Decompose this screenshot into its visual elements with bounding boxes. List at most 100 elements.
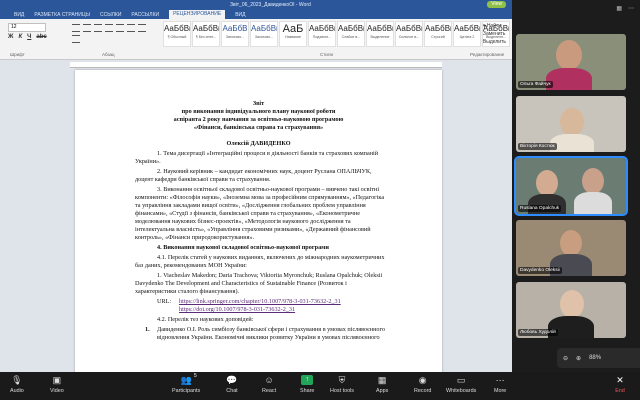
tab-view-left[interactable]: ВИД [14, 12, 24, 18]
participant-name: Любовь Худолій [518, 329, 558, 336]
style-name: Цитата 2 [459, 35, 475, 39]
layout-icon[interactable]: ▦ [616, 5, 622, 12]
align-center-icon[interactable] [83, 24, 91, 32]
find-button[interactable]: ▾ Найти [483, 22, 506, 30]
style-sample: АаБбВвГг [367, 24, 393, 33]
replace-button[interactable]: Заменить [483, 30, 506, 38]
smiley-icon: ☺ [264, 375, 274, 385]
bullets-icon[interactable] [116, 24, 124, 32]
style-no-spacing[interactable]: АаБбВвГг ¶ Без инте... [192, 21, 220, 47]
tab-view[interactable]: ВИД [235, 12, 245, 18]
doc-line: моделювання наукових бізнес-проектів», «… [135, 218, 351, 225]
doc-url-link[interactable]: https://link.springer.com/chapter/10.100… [179, 298, 341, 306]
zoom-in-icon[interactable]: ⊕ [576, 355, 581, 362]
participant-face [560, 230, 582, 256]
doc-line: компоненти: «Філософія науки», «Іноземна… [135, 194, 385, 201]
font-size-box[interactable]: 12 [8, 23, 46, 32]
style-emphasis[interactable]: АаБбВвГг Выделение [366, 21, 394, 47]
strike-button[interactable]: abc [36, 34, 46, 40]
shared-screen: Звіт_06_2023_ДавиденкоОІ - Word View ВИД… [0, 0, 512, 372]
end-label: End [615, 388, 625, 394]
participant-tile[interactable]: Ольга Файчук [516, 34, 626, 90]
participant-tile[interactable]: Davydenko Oleksii [516, 220, 626, 276]
paragraph-buttons [72, 24, 152, 43]
style-name: Строгий [431, 35, 445, 39]
react-label: React [262, 388, 277, 394]
participant-tile-active-speaker[interactable]: Ruslana Opalchuk [514, 156, 628, 216]
zoom-level[interactable]: 88% [589, 355, 601, 361]
participant-face [582, 168, 604, 194]
whiteboards-label: Whiteboards [446, 388, 477, 394]
style-strong[interactable]: АаБбВвГг Строгий [424, 21, 452, 47]
select-button[interactable]: Выделить [483, 38, 506, 46]
more-options-icon[interactable]: ⋯ [628, 5, 634, 12]
group-label-font: Шрифт [10, 52, 25, 57]
style-sample: АаБбВвГг [164, 24, 190, 33]
sort-icon[interactable] [72, 35, 80, 43]
style-subtle-emphasis[interactable]: АаБбВвГг Слабое в... [337, 21, 365, 47]
style-quote-2[interactable]: АаБбВвГг Цитата 2 [453, 21, 481, 47]
align-right-icon[interactable] [94, 24, 102, 32]
participants-count: 5 [194, 373, 197, 379]
style-normal[interactable]: АаБбВвГг ¶ Обычный [163, 21, 191, 47]
doc-line: 1. Тема дисертації «Інтеграційні процеси… [157, 150, 379, 157]
italic-button[interactable]: К [18, 34, 22, 40]
word-titlebar: Звіт_06_2023_ДавиденкоОІ - Word View [0, 0, 512, 10]
video-button[interactable]: ▣ Video [50, 375, 64, 394]
doc-author: Олексій ДАВИДЕНКО [226, 140, 291, 147]
doc-line: 4.2. Перелік тез наукових доповідей: [157, 316, 254, 323]
styles-gallery: АаБбВвГг¶ Обычный АаБбВвГг¶ Без инте... … [163, 21, 510, 47]
style-sample: АаБбВвГг [193, 24, 219, 33]
doc-line: 2. Науковий керівник – кандидат економіч… [157, 168, 372, 175]
style-title[interactable]: АаБ Название [279, 21, 307, 47]
ribbon-group-labels: Шрифт Абзац Стили Редактирование [0, 51, 512, 60]
style-sample: АаБбВвГ [309, 24, 335, 33]
tab-page-layout[interactable]: РАЗМЕТКА СТРАНИЦЫ [34, 12, 90, 18]
style-name: Сильное в... [398, 35, 420, 39]
tab-references[interactable]: ССЫЛКИ [100, 12, 121, 18]
participants-button[interactable]: 👥 Participants 5 [172, 373, 201, 394]
share-button[interactable]: ↑ Share [300, 375, 314, 394]
tab-mailings[interactable]: РАССЫЛКИ [131, 12, 159, 18]
doc-line: фінансами», «Студії з фінансів, банківсь… [135, 210, 360, 217]
whiteboards-button[interactable]: ▭ Whiteboards [446, 375, 476, 394]
style-heading-2[interactable]: АаБбВв Заголово... [250, 21, 278, 47]
video-label: Video [50, 388, 64, 394]
view-mode-button[interactable]: View [487, 1, 506, 8]
close-icon: ✕ [616, 375, 624, 385]
underline-button[interactable]: Ч [27, 34, 31, 40]
style-heading-1[interactable]: АаБбВ Заголово... [221, 21, 249, 47]
align-left-icon[interactable] [72, 24, 80, 32]
doc-title: Звіт [252, 100, 265, 107]
react-button[interactable]: ☺ React [262, 375, 276, 394]
left-margin [0, 60, 6, 372]
chat-button[interactable]: 💬 Chat [226, 375, 238, 394]
indent-icon[interactable] [138, 24, 146, 32]
doc-line: баз даних, рекомендованих МОН України: [135, 262, 247, 269]
doc-line: 4.1. Перелік статей у наукових виданнях,… [157, 254, 385, 261]
participant-tile[interactable]: Вікторія Костюк [516, 96, 626, 152]
zoom-out-icon[interactable]: ⊖ [563, 355, 568, 362]
doc-line: Давиденко О.І. Роль симбіозу банківської… [157, 326, 385, 333]
end-button[interactable]: ✕ End [614, 375, 626, 394]
style-subtitle[interactable]: АаБбВвГ Подзагол... [308, 21, 336, 47]
tab-review[interactable]: РЕЦЕНЗИРОВАНИЕ [169, 10, 226, 19]
audio-button[interactable]: 🎙 Audio [10, 375, 24, 394]
doc-line: 1. Viacheslav Makedon; Daria Trachova; V… [157, 272, 383, 279]
ribbon-tabs: ВИД РАЗМЕТКА СТРАНИЦЫ ССЫЛКИ РАССЫЛКИ РЕ… [0, 10, 512, 19]
bold-button[interactable]: Ж [8, 34, 13, 40]
apps-button[interactable]: ▦ Apps [376, 375, 388, 394]
participants-panel: ▦ ⋯ Ольга Файчук Вікторія Костюк Ruslana… [512, 0, 640, 372]
participant-tile[interactable]: Любовь Худолій [516, 282, 626, 338]
style-name: Слабое в... [341, 35, 361, 39]
record-label: Record [414, 388, 432, 394]
more-button[interactable]: ⋯ More [494, 375, 506, 394]
doc-doi-link[interactable]: https://doi.org/10.1007/978-3-031-73632-… [179, 306, 295, 314]
justify-icon[interactable] [105, 24, 113, 32]
record-button[interactable]: ◉ Record [414, 375, 431, 394]
style-intense-emphasis[interactable]: АаБбВвГг Сильное в... [395, 21, 423, 47]
numbering-icon[interactable] [127, 24, 135, 32]
participants-label: Participants [172, 388, 201, 394]
host-tools-button[interactable]: ⛨ Host tools [330, 375, 354, 394]
doc-line: 4. Виконання наукової складової освітньо… [157, 244, 329, 251]
